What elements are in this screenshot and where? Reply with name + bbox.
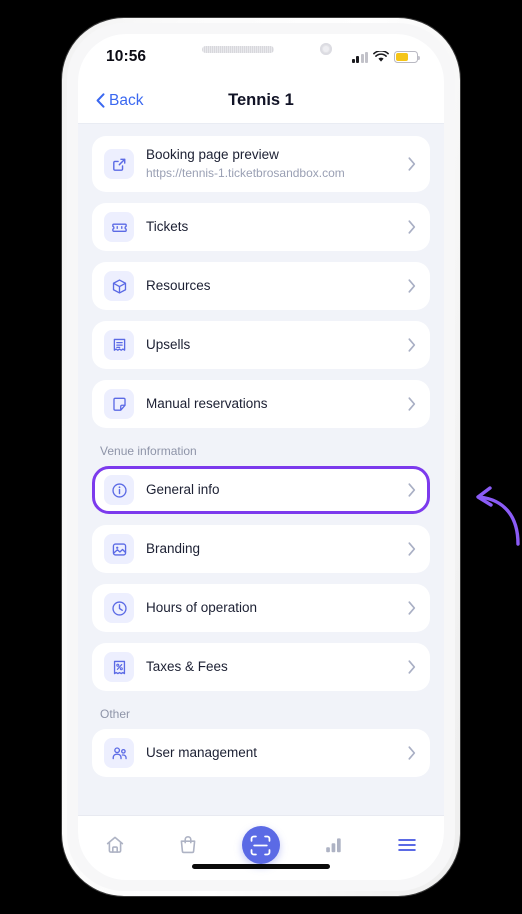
list-item-upsells[interactable]: Upsells xyxy=(92,321,430,370)
chevron-right-icon xyxy=(408,660,416,674)
icon-badge xyxy=(104,475,134,506)
scan-icon xyxy=(251,835,271,855)
chevron-right-icon xyxy=(408,338,416,352)
list-item-labels: Hours of operation xyxy=(146,599,408,617)
status-indicators xyxy=(351,49,421,63)
list-item-label: Branding xyxy=(146,540,201,556)
icon-badge xyxy=(104,149,134,179)
tab-home[interactable] xyxy=(91,825,139,865)
icon-badge xyxy=(104,389,134,420)
list-item-label: Hours of operation xyxy=(146,599,258,615)
front-camera-icon xyxy=(320,43,332,55)
list-item-manual-reservations[interactable]: Manual reservations xyxy=(92,380,430,429)
section-header: Venue information xyxy=(100,444,197,459)
list-item-labels: Booking page preview https://tennis-1.tic… xyxy=(146,146,408,182)
list-item-label: Manual reservations xyxy=(146,395,268,411)
shopping-bag-icon xyxy=(180,836,196,854)
phone-screen: 10:56 Back Tennis 1 Booking page preview… xyxy=(78,34,444,880)
icon-badge xyxy=(104,534,134,565)
list-item-label: Tickets xyxy=(146,218,189,234)
tab-scan[interactable] xyxy=(237,825,285,865)
list-item-labels: Taxes & Fees xyxy=(146,658,408,676)
receipt-icon xyxy=(113,338,125,351)
phone-frame: 10:56 Back Tennis 1 Booking page preview… xyxy=(62,18,460,896)
tab-menu[interactable] xyxy=(383,825,431,865)
list-item-user-management[interactable]: User management xyxy=(92,729,430,778)
phone-bezel: 10:56 Back Tennis 1 Booking page preview… xyxy=(67,23,455,891)
list-item-booking-page-preview[interactable]: Booking page preview https://tennis-1.tic… xyxy=(92,136,430,193)
list-item-labels: Resources xyxy=(146,277,408,295)
list-item-resources[interactable]: Resources xyxy=(92,262,430,311)
list-item-labels: Manual reservations xyxy=(146,395,408,413)
hamburger-menu-icon xyxy=(398,839,417,851)
list-item-taxes-fees[interactable]: Taxes & Fees xyxy=(92,643,430,692)
list-item-hours-of-operation[interactable]: Hours of operation xyxy=(92,584,430,633)
back-button[interactable]: Back xyxy=(96,92,143,110)
icon-badge xyxy=(104,593,134,624)
list-item-labels: Tickets xyxy=(146,218,408,236)
ticket-icon xyxy=(111,223,127,232)
list-item-labels: Upsells xyxy=(146,336,408,354)
section-header: Other xyxy=(100,707,131,722)
chevron-right-icon xyxy=(408,542,416,556)
tab-orders[interactable] xyxy=(164,825,212,865)
phone-notch xyxy=(168,34,354,65)
navigation-bar: Back Tennis 1 xyxy=(78,78,444,124)
chevron-right-icon xyxy=(408,220,416,234)
list-item-general-info[interactable]: General info xyxy=(92,466,430,515)
chevron-right-icon xyxy=(408,157,416,171)
chevron-right-icon xyxy=(408,279,416,293)
image-icon xyxy=(112,542,126,556)
list-item-label: Upsells xyxy=(146,336,191,352)
settings-list[interactable]: Booking page preview https://tennis-1.tic… xyxy=(78,124,444,816)
list-item-sublabel: https://tennis-1.ticketbrosandbox.com xyxy=(146,166,345,181)
bottom-tab-bar xyxy=(78,816,444,880)
chevron-right-icon xyxy=(408,397,416,411)
list-item-label: Booking page preview xyxy=(146,147,279,162)
cellular-bars-icon xyxy=(351,51,368,63)
chevron-right-icon xyxy=(408,746,416,760)
tax-receipt-icon xyxy=(113,660,125,674)
icon-badge xyxy=(104,271,134,302)
list-item-labels: User management xyxy=(146,744,408,762)
list-item-branding[interactable]: Branding xyxy=(92,525,430,574)
cube-icon xyxy=(112,278,126,294)
list-item-labels: General info xyxy=(146,481,408,499)
chevron-right-icon xyxy=(408,483,416,497)
list-item-label: User management xyxy=(146,744,258,760)
list-item-label: Resources xyxy=(146,277,211,293)
chevron-right-icon xyxy=(408,601,416,615)
home-icon xyxy=(106,836,123,853)
tab-reports[interactable] xyxy=(310,825,358,865)
curved-arrow-left-icon xyxy=(476,486,520,546)
bar-chart-icon xyxy=(326,838,341,853)
list-item-label: Taxes & Fees xyxy=(146,658,228,674)
home-indicator[interactable] xyxy=(192,864,330,869)
status-time: 10:56 xyxy=(106,48,147,65)
back-button-label: Back xyxy=(109,91,144,109)
users-icon xyxy=(112,746,127,759)
list-item-tickets[interactable]: Tickets xyxy=(92,203,430,252)
tab-scan-button[interactable] xyxy=(241,826,280,864)
screenshot-stage: 10:56 Back Tennis 1 Booking page preview… xyxy=(0,0,522,914)
external-link-icon xyxy=(112,158,125,171)
icon-badge xyxy=(104,212,134,243)
icon-badge xyxy=(104,738,134,769)
battery-icon xyxy=(394,51,421,63)
icon-badge xyxy=(104,330,134,361)
icon-badge xyxy=(104,652,134,683)
list-item-labels: Branding xyxy=(146,540,408,558)
clock-icon xyxy=(111,600,127,616)
info-circle-icon xyxy=(111,482,127,498)
chevron-left-icon xyxy=(96,93,105,108)
wifi-icon xyxy=(373,51,389,62)
list-item-label: General info xyxy=(146,481,220,497)
earpiece-speaker-icon xyxy=(202,46,274,53)
note-icon xyxy=(112,397,126,411)
